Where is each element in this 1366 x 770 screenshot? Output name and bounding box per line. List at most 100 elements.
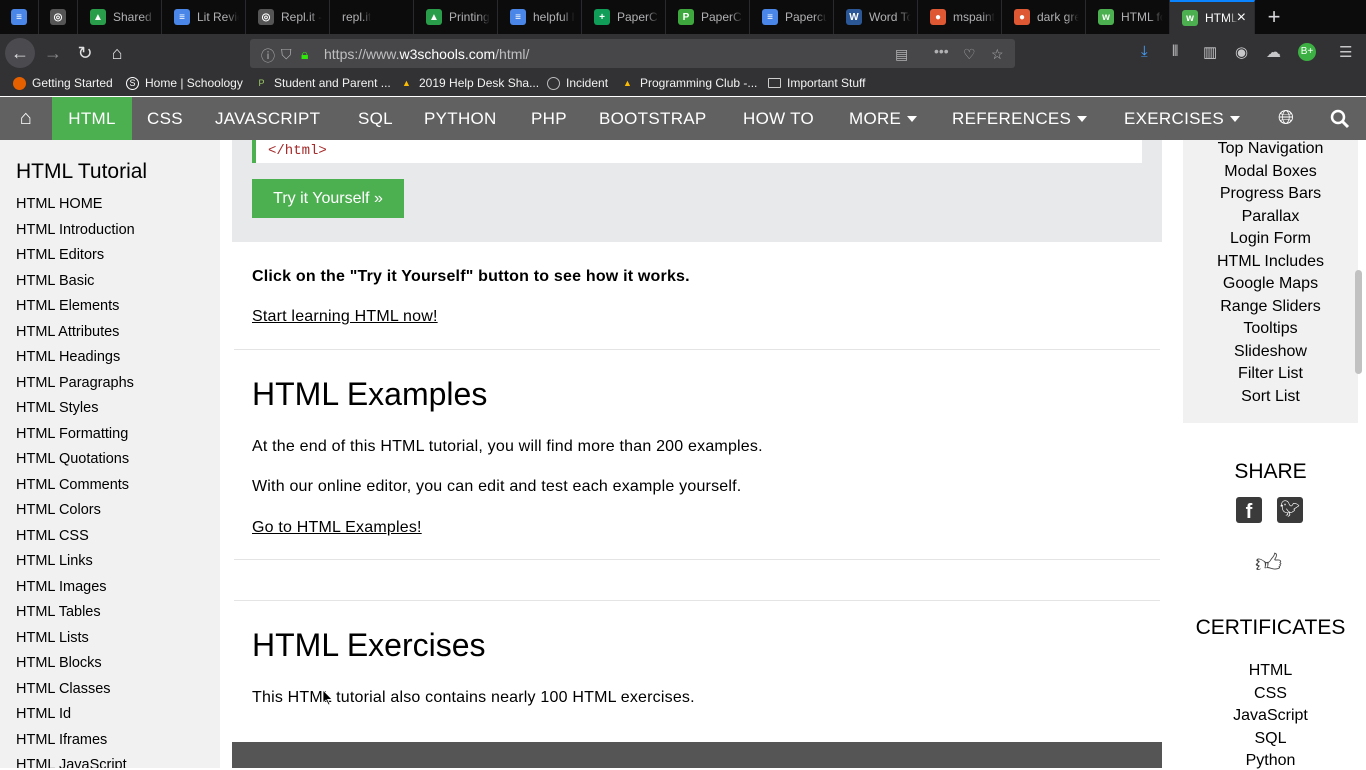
sidebar-link[interactable]: HTML Links: [16, 553, 93, 569]
html-examples-link[interactable]: Go to HTML Examples!: [252, 519, 422, 537]
howto-link[interactable]: Login Form: [1183, 230, 1358, 248]
sidebar-link[interactable]: HTML Images: [16, 579, 107, 595]
library-icon[interactable]: ⫴: [1172, 43, 1178, 60]
sidebar-icon[interactable]: ▥: [1203, 43, 1217, 61]
facebook-icon[interactable]: f: [1236, 497, 1262, 523]
browser-tab[interactable]: w HTML for: [1086, 0, 1170, 34]
sidebar-link[interactable]: HTML Formatting: [16, 426, 128, 442]
extension-icon[interactable]: ☁: [1266, 43, 1281, 61]
tracking-shield-icon[interactable]: ⛉: [281, 46, 292, 63]
howto-link[interactable]: Tooltips: [1183, 320, 1358, 338]
globe-button[interactable]: 🌐︎: [1278, 97, 1294, 140]
nav-references[interactable]: REFERENCES: [952, 97, 1088, 140]
reload-button[interactable]: ↻: [71, 39, 99, 67]
howto-link[interactable]: HTML Includes: [1183, 253, 1358, 271]
twitter-icon[interactable]: 🐦︎: [1277, 497, 1303, 523]
bookmark-help-desk[interactable]: ▲ 2019 Help Desk Sha...: [400, 76, 539, 90]
menu-icon[interactable]: ☰: [1339, 43, 1352, 61]
browser-tab[interactable]: ≡ helpful lin: [498, 0, 582, 34]
nav-html[interactable]: HTML: [52, 97, 132, 140]
certificate-link[interactable]: CSS: [1175, 685, 1366, 703]
bookmark-schoology[interactable]: S Home | Schoology: [126, 76, 243, 90]
nav-javascript[interactable]: JAVASCRIPT: [215, 97, 320, 140]
extension-badge-icon[interactable]: B+: [1298, 43, 1316, 61]
browser-tab-active[interactable]: w HTML ×: [1170, 0, 1255, 34]
bookmark-incident[interactable]: Incident: [547, 76, 608, 90]
close-tab-icon[interactable]: ×: [1237, 10, 1246, 26]
browser-tab[interactable]: ▲ Printing: [414, 0, 498, 34]
browser-tab[interactable]: W Word To: [834, 0, 918, 34]
bookmark-folder-important[interactable]: Important Stuff: [768, 76, 866, 90]
browser-tab[interactable]: ◎ Repl.it -: [246, 0, 330, 34]
scrollbar-thumb[interactable]: [1355, 270, 1362, 374]
sidebar-link[interactable]: HTML HOME: [16, 196, 102, 212]
pocket-icon[interactable]: ♡: [963, 46, 976, 63]
sidebar-link[interactable]: HTML Tables: [16, 604, 101, 620]
bookmark-getting-started[interactable]: Getting Started: [13, 76, 113, 90]
howto-link[interactable]: Slideshow: [1183, 343, 1358, 361]
browser-tab[interactable]: ≡ Lit Revie: [162, 0, 246, 34]
howto-link[interactable]: Sort List: [1183, 388, 1358, 406]
download-icon[interactable]: ⤓: [1141, 43, 1148, 60]
howto-link[interactable]: Range Sliders: [1183, 298, 1358, 316]
sidebar-link[interactable]: HTML Elements: [16, 298, 119, 314]
bookmark-student-parent[interactable]: P Student and Parent ...: [255, 76, 390, 90]
howto-link[interactable]: Progress Bars: [1183, 185, 1358, 203]
home-button[interactable]: ⌂: [103, 39, 131, 67]
browser-tab[interactable]: ▲ Shared w: [78, 0, 162, 34]
site-search-button[interactable]: [1327, 97, 1353, 140]
nav-python[interactable]: PYTHON: [424, 97, 497, 140]
howto-link[interactable]: Top Navigation: [1183, 140, 1358, 158]
sidebar-link[interactable]: HTML Editors: [16, 247, 104, 263]
browser-tab[interactable]: + PaperCut: [582, 0, 666, 34]
howto-link[interactable]: Google Maps: [1183, 275, 1358, 293]
bookmark-star-icon[interactable]: ☆: [991, 46, 1004, 63]
nav-exercises[interactable]: EXERCISES: [1124, 97, 1241, 140]
url-bar[interactable]: ⓘ ⛉ 🔒︎ https://www.w3schools.com/html/ ▤…: [250, 39, 1015, 68]
sidebar-link[interactable]: HTML Id: [16, 706, 71, 722]
sidebar-link[interactable]: HTML Paragraphs: [16, 375, 134, 391]
forward-button[interactable]: →: [39, 39, 67, 67]
browser-tab[interactable]: ● mspaint c: [918, 0, 1002, 34]
sidebar-link[interactable]: HTML Attributes: [16, 324, 119, 340]
browser-tab[interactable]: ≡: [0, 0, 39, 34]
certificate-link[interactable]: Python: [1175, 752, 1366, 770]
howto-link[interactable]: Modal Boxes: [1183, 163, 1358, 181]
sidebar-link[interactable]: HTML CSS: [16, 528, 89, 544]
sidebar-link[interactable]: HTML Introduction: [16, 222, 135, 238]
nav-more[interactable]: MORE: [849, 97, 918, 140]
certificate-link[interactable]: HTML: [1175, 662, 1366, 680]
more-actions-icon[interactable]: •••: [934, 43, 949, 59]
nav-bootstrap[interactable]: BOOTSTRAP: [599, 97, 707, 140]
sidebar-link[interactable]: HTML JavaScript: [16, 757, 127, 768]
sidebar-link[interactable]: HTML Iframes: [16, 732, 107, 748]
sidebar-link[interactable]: HTML Colors: [16, 502, 101, 518]
sidebar-link[interactable]: HTML Comments: [16, 477, 129, 493]
start-learning-link[interactable]: Start learning HTML now!: [252, 308, 438, 326]
try-it-yourself-button[interactable]: Try it Yourself »: [252, 179, 404, 218]
lock-icon[interactable]: 🔒︎: [301, 46, 308, 63]
howto-link[interactable]: Parallax: [1183, 208, 1358, 226]
nav-how-to[interactable]: HOW TO: [743, 97, 814, 140]
certificate-link[interactable]: JavaScript: [1175, 707, 1366, 725]
nav-css[interactable]: CSS: [147, 97, 183, 140]
sidebar-link[interactable]: HTML Headings: [16, 349, 120, 365]
bookmark-programming-club[interactable]: ▲ Programming Club -...: [621, 76, 757, 90]
url-text[interactable]: https://www.w3schools.com/html/: [324, 46, 529, 62]
sidebar-link[interactable]: HTML Quotations: [16, 451, 129, 467]
sidebar-link[interactable]: HTML Classes: [16, 681, 111, 697]
new-tab-button[interactable]: +: [1255, 0, 1293, 34]
browser-tab[interactable]: repl.it: [330, 0, 414, 34]
back-button[interactable]: ←: [5, 38, 35, 68]
sidebar-link[interactable]: HTML Lists: [16, 630, 89, 646]
nav-sql[interactable]: SQL: [358, 97, 393, 140]
thumbs-up-icon[interactable]: 👍︎: [1255, 548, 1282, 579]
browser-tab[interactable]: ≡ Papercut: [750, 0, 834, 34]
browser-tab[interactable]: P PaperCut: [666, 0, 750, 34]
reader-view-icon[interactable]: ▤: [895, 46, 908, 63]
sidebar-link[interactable]: HTML Blocks: [16, 655, 102, 671]
info-icon[interactable]: ⓘ: [261, 46, 275, 66]
browser-tab[interactable]: ◎: [39, 0, 78, 34]
sidebar-link[interactable]: HTML Basic: [16, 273, 94, 289]
site-home-button[interactable]: ⌂: [0, 97, 52, 140]
